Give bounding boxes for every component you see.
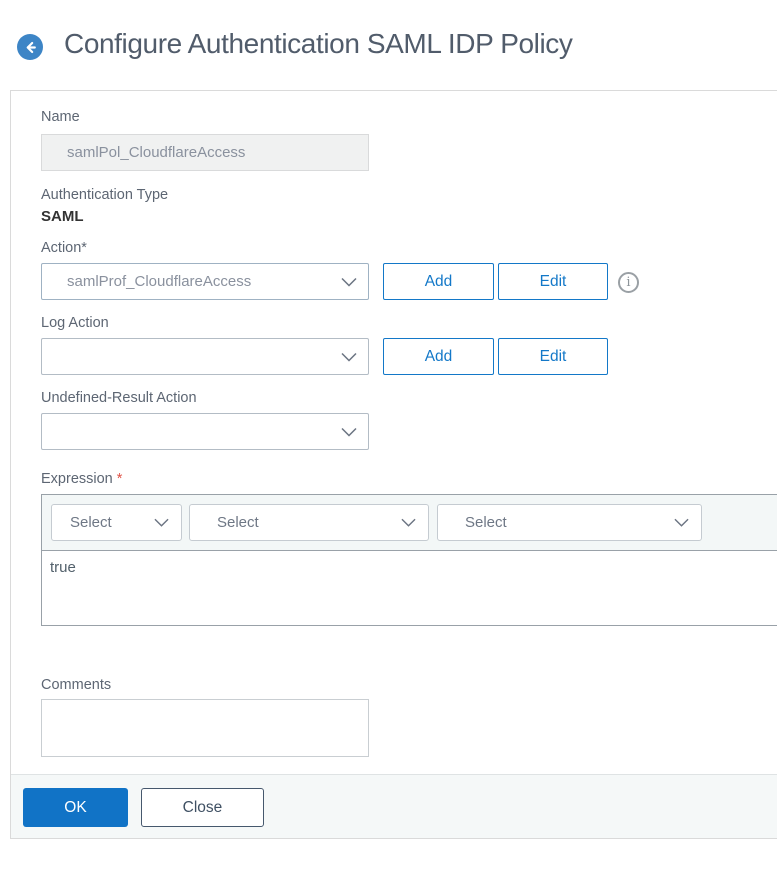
name-label: Name <box>41 109 80 125</box>
page-title: Configure Authentication SAML IDP Policy <box>64 28 573 59</box>
info-icon[interactable]: i <box>618 272 639 293</box>
action-dropdown-value: samlProf_CloudflareAccess <box>67 273 252 290</box>
expression-select-1-placeholder: Select <box>70 514 112 531</box>
expression-input[interactable]: true <box>42 551 777 625</box>
log-action-label: Log Action <box>41 315 109 331</box>
expression-builder: Select Select Select true <box>41 494 777 626</box>
config-form-panel: Name Authentication Type SAML Action* sa… <box>10 90 777 839</box>
log-action-dropdown[interactable] <box>41 338 369 375</box>
chevron-down-icon <box>401 518 416 527</box>
chevron-down-icon <box>341 277 357 286</box>
action-label: Action* <box>41 240 87 256</box>
expression-select-2[interactable]: Select <box>189 504 429 541</box>
log-action-add-button[interactable]: Add <box>383 338 494 375</box>
expression-select-3[interactable]: Select <box>437 504 702 541</box>
ok-button[interactable]: OK <box>23 788 128 827</box>
action-edit-button[interactable]: Edit <box>498 263 608 300</box>
authentication-type-label: Authentication Type <box>41 187 169 203</box>
comments-input[interactable] <box>41 699 369 757</box>
chevron-down-icon <box>674 518 689 527</box>
comments-label: Comments <box>41 677 112 693</box>
name-input[interactable] <box>41 134 369 171</box>
expression-select-2-placeholder: Select <box>217 514 259 531</box>
undefined-result-action-label: Undefined-Result Action <box>41 390 197 406</box>
log-action-edit-button[interactable]: Edit <box>498 338 608 375</box>
footer-bar: OK Close <box>11 774 777 838</box>
expression-select-3-placeholder: Select <box>465 514 507 531</box>
close-button[interactable]: Close <box>141 788 264 827</box>
expression-label: Expression * <box>41 471 123 487</box>
authentication-type-value: SAML <box>41 208 84 225</box>
back-button[interactable] <box>17 34 43 60</box>
expression-toolbar: Select Select Select <box>42 495 777 551</box>
chevron-down-icon <box>341 427 357 436</box>
required-asterisk: * <box>116 471 123 487</box>
action-dropdown[interactable]: samlProf_CloudflareAccess <box>41 263 369 300</box>
undefined-result-action-dropdown[interactable] <box>41 413 369 450</box>
chevron-down-icon <box>341 352 357 361</box>
action-add-button[interactable]: Add <box>383 263 494 300</box>
expression-select-1[interactable]: Select <box>51 504 182 541</box>
arrow-left-icon <box>23 40 38 55</box>
chevron-down-icon <box>154 518 169 527</box>
